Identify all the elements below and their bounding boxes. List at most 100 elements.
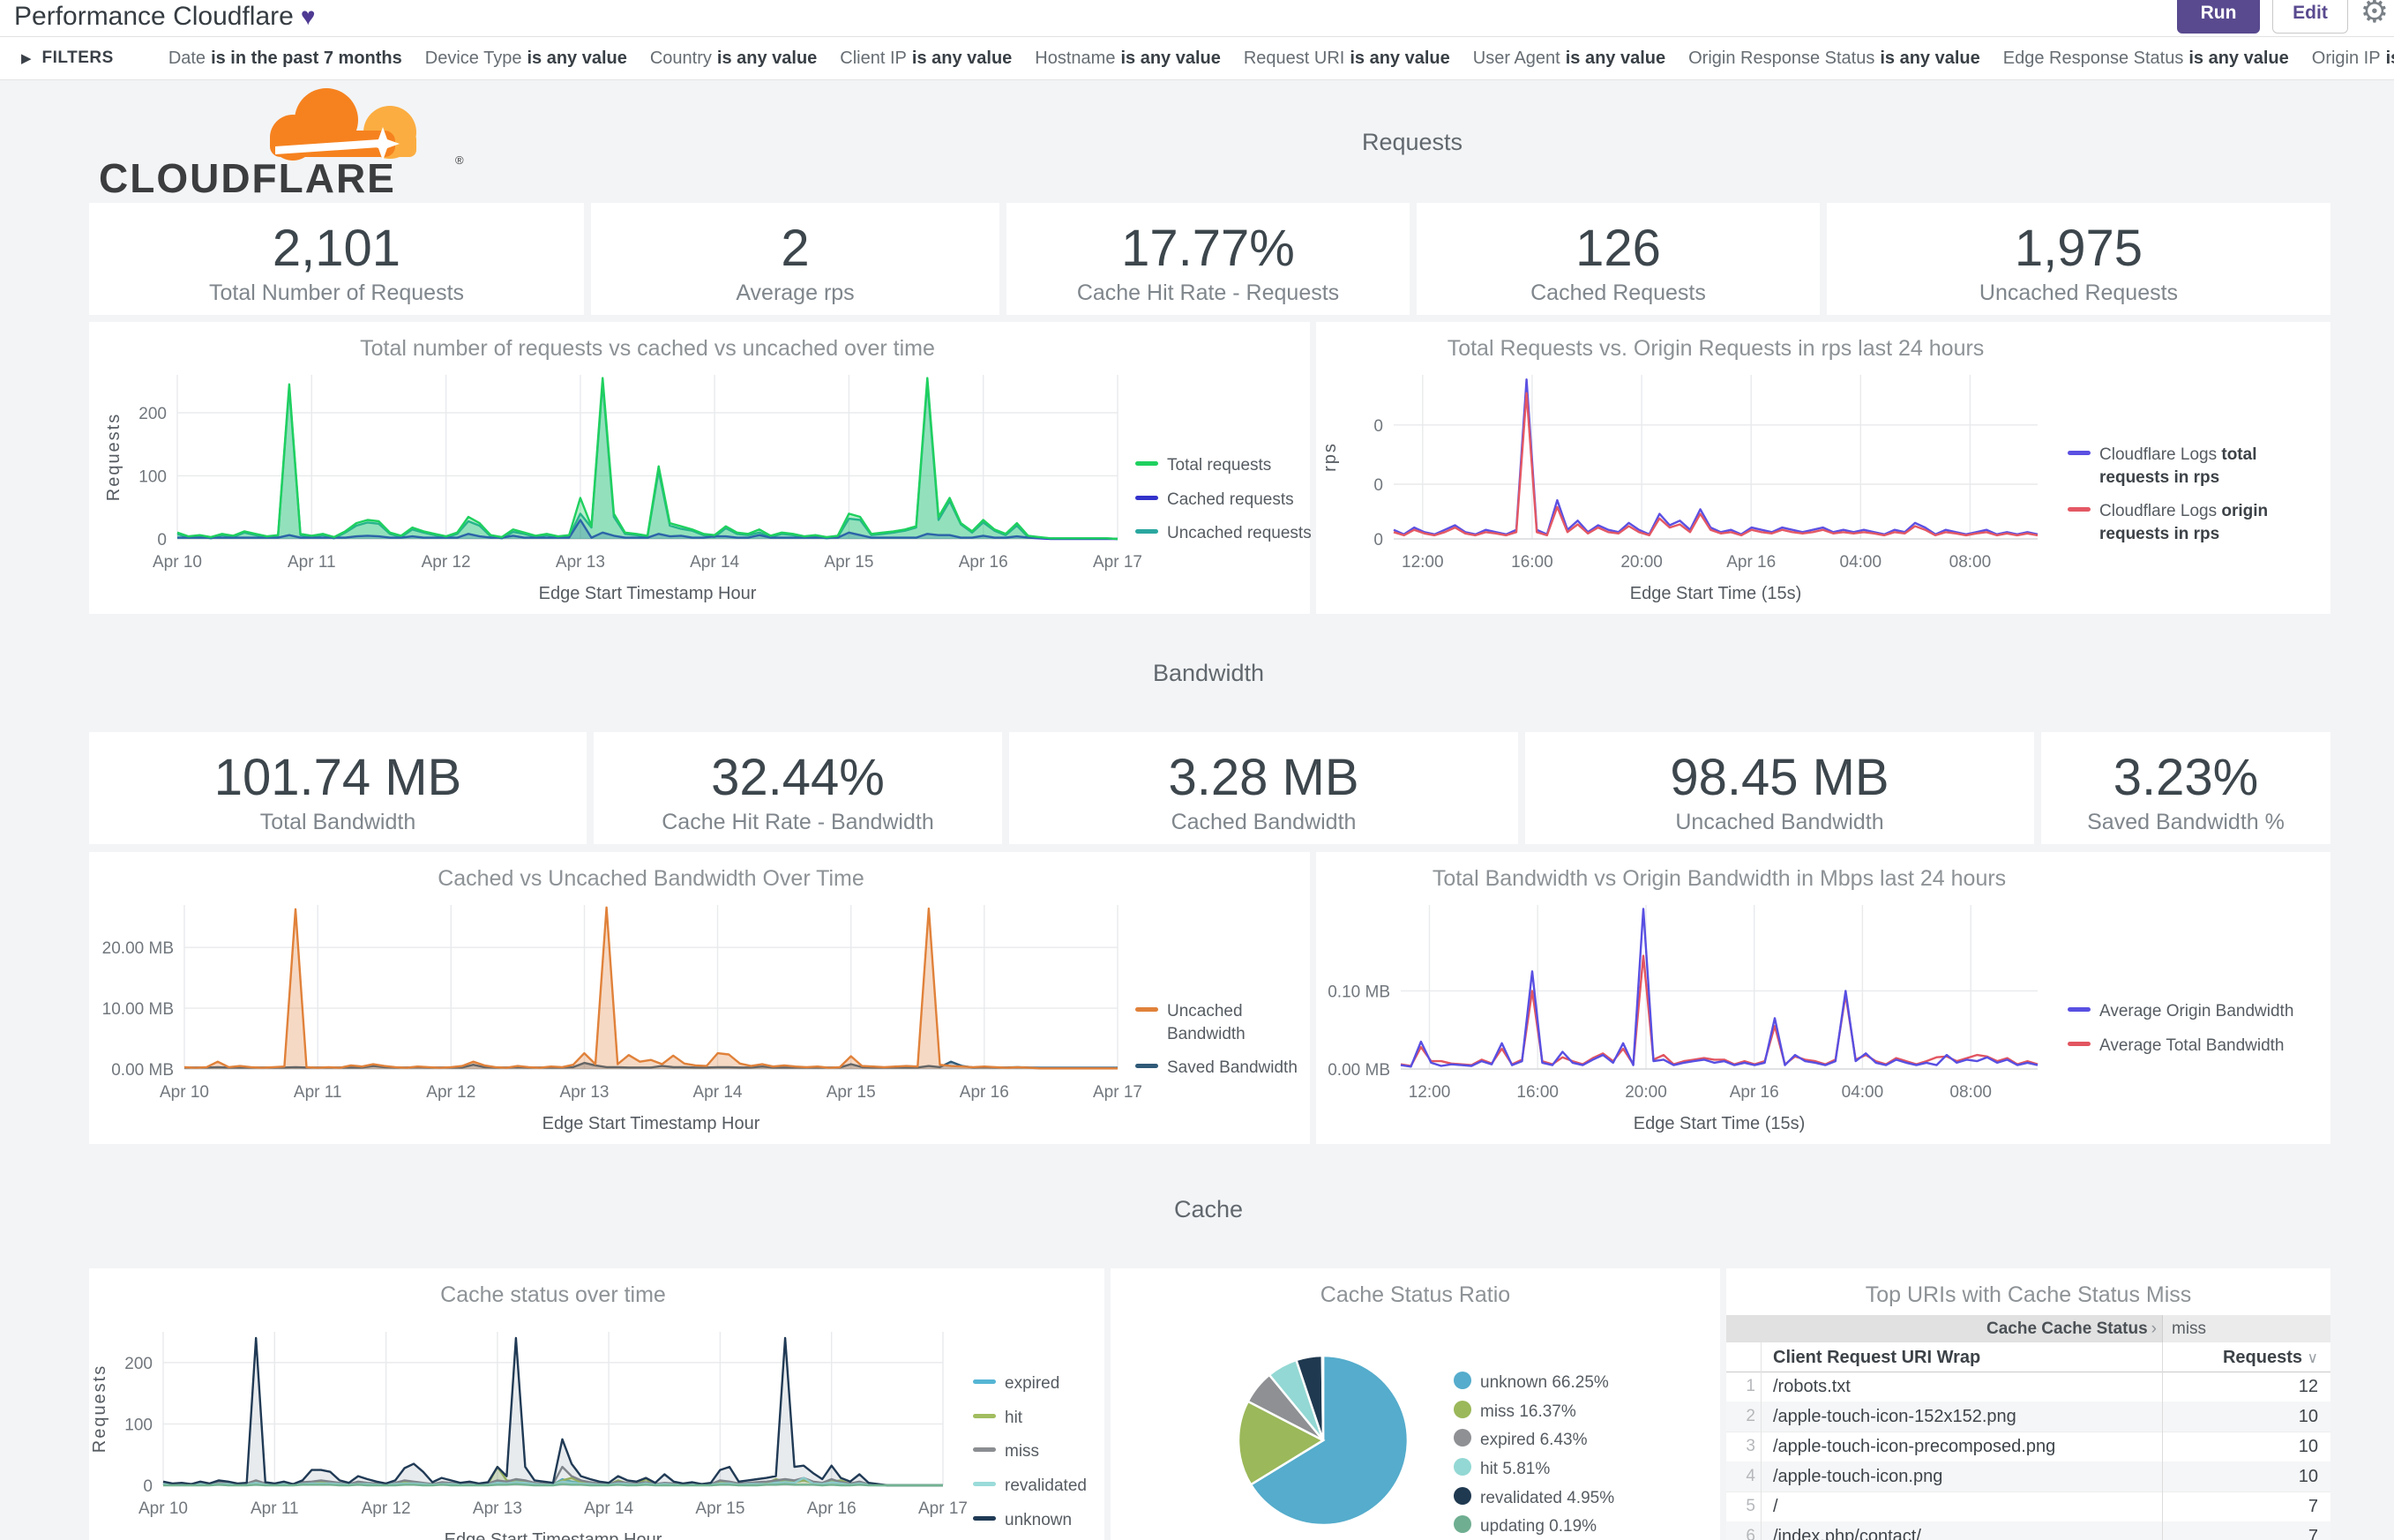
filter-date[interactable]: Dateis in the past 7 months <box>168 49 402 69</box>
tile-value: 2 <box>591 219 999 278</box>
legend-item[interactable]: updating 0.19% <box>1454 1515 1701 1538</box>
legend-item[interactable]: Cloudflare Logs origin requests in rps <box>2068 500 2306 545</box>
cloudflare-cloud-icon <box>270 88 416 161</box>
filter-hostname[interactable]: Hostnameis any value <box>1035 49 1221 69</box>
svg-text:Edge Start Timestamp Hour: Edge Start Timestamp Hour <box>542 1114 760 1133</box>
tile-label: Uncached Requests <box>1827 280 2330 306</box>
tile-label: Cache Hit Rate - Requests <box>1006 280 1410 306</box>
gear-icon[interactable]: ⚙ <box>2360 0 2389 30</box>
chart-legend: expiredhitmissrevalidatedunknownupdating <box>973 1372 1105 1540</box>
chart-title: Total Requests vs. Origin Requests in rp… <box>1394 336 2038 362</box>
svg-text:Apr 14: Apr 14 <box>690 553 739 572</box>
legend-item[interactable]: expired 6.43% <box>1454 1429 1701 1452</box>
chart-title: Total Bandwidth vs Origin Bandwidth in M… <box>1401 866 2038 892</box>
filter-request-uri[interactable]: Request URIis any value <box>1244 49 1450 69</box>
svg-text:0: 0 <box>1373 531 1383 549</box>
filter-origin-response-status[interactable]: Origin Response Statusis any value <box>1688 49 1980 69</box>
table-row[interactable]: 1 /robots.txt 12 <box>1726 1372 2330 1402</box>
cache-status-over-time-chart[interactable]: 0100200Apr 10Apr 11Apr 12Apr 13Apr 14Apr… <box>89 1268 1104 1540</box>
legend-item[interactable]: Uncached Bandwidth <box>1135 1000 1312 1045</box>
legend-item[interactable]: unknown 66.25% <box>1454 1372 1701 1394</box>
chart-title: Total number of requests vs cached vs un… <box>177 336 1118 362</box>
table-pivot-band: Cache Cache Status› miss <box>1726 1315 2330 1342</box>
pivot-field-label[interactable]: Cache Cache Status› <box>1726 1315 2162 1342</box>
svg-text:Apr 16: Apr 16 <box>807 1499 857 1518</box>
col-header-uri[interactable]: Client Request URI Wrap <box>1762 1342 2161 1372</box>
legend-item[interactable]: unknown <box>973 1509 1105 1532</box>
svg-text:Edge Start Time (15s): Edge Start Time (15s) <box>1630 584 1802 603</box>
run-button[interactable]: Run <box>2177 0 2260 34</box>
svg-text:Apr 14: Apr 14 <box>584 1499 633 1518</box>
legend-item[interactable]: miss 16.37% <box>1454 1401 1701 1424</box>
svg-text:04:00: 04:00 <box>1842 1083 1884 1102</box>
legend-item[interactable]: Cached requests <box>1135 489 1312 512</box>
svg-text:Apr 15: Apr 15 <box>827 1083 876 1102</box>
svg-text:Edge Start Timestamp Hour: Edge Start Timestamp Hour <box>445 1530 662 1540</box>
table-row[interactable]: 6 /index.php/contact/ 7 <box>1726 1521 2330 1540</box>
legend-item[interactable]: revalidated <box>973 1475 1105 1498</box>
requests-rps-chart[interactable]: 00012:0016:0020:00Apr 1604:0008:00Edge S… <box>1316 322 2330 614</box>
legend-item[interactable]: Average Origin Bandwidth <box>2068 1000 2315 1023</box>
tile-label: Cache Hit Rate - Bandwidth <box>594 810 1002 835</box>
tile-value: 101.74 MB <box>89 748 587 807</box>
table-row[interactable]: 2 /apple-touch-icon-152x152.png 10 <box>1726 1402 2330 1432</box>
svg-text:Apr 10: Apr 10 <box>160 1083 209 1102</box>
filter-edge-response-status[interactable]: Edge Response Statusis any value <box>2003 49 2289 69</box>
table-row[interactable]: 5 / 7 <box>1726 1491 2330 1522</box>
page-title: Performance Cloudflare♥ <box>14 2 315 32</box>
chart-legend: Average Origin Bandwidth Average Total Ba… <box>2068 1000 2315 1068</box>
tile-label: Average rps <box>591 280 999 306</box>
tile-value: 126 <box>1417 219 1820 278</box>
filter-bar: ▶ FILTERS Dateis in the past 7 months De… <box>0 37 2394 80</box>
legend-item[interactable]: miss <box>973 1440 1105 1463</box>
filter-origin-ip[interactable]: Origin IPis any value <box>2312 49 2394 69</box>
legend-item[interactable]: Cloudflare Logs total requests in rps <box>2068 444 2306 489</box>
svg-text:Apr 11: Apr 11 <box>251 1499 299 1518</box>
tile-value: 17.77% <box>1006 219 1410 278</box>
svg-text:Apr 14: Apr 14 <box>693 1083 743 1102</box>
filter-country[interactable]: Countryis any value <box>650 49 817 69</box>
filter-user-agent[interactable]: User Agentis any value <box>1473 49 1665 69</box>
bandwidth-over-time-card: Cached vs Uncached Bandwidth Over Time 0… <box>89 852 1310 1144</box>
requests-over-time-chart[interactable]: 0100200Apr 10Apr 11Apr 12Apr 13Apr 14Apr… <box>89 322 1310 614</box>
legend-item[interactable]: Uncached requests <box>1135 522 1312 545</box>
svg-text:Apr 16: Apr 16 <box>1726 553 1776 572</box>
filters-label[interactable]: FILTERS <box>42 49 114 68</box>
row-number-header <box>1726 1342 1762 1372</box>
filter-client-ip[interactable]: Client IPis any value <box>840 49 1012 69</box>
tile-cache-hit-rate-bandwidth: 32.44% Cache Hit Rate - Bandwidth <box>594 732 1002 844</box>
bandwidth-mbps-chart[interactable]: 0.00 MB0.10 MB12:0016:0020:00Apr 1604:00… <box>1316 852 2330 1144</box>
svg-text:20.00 MB: 20.00 MB <box>102 939 174 958</box>
tile-uncached-bandwidth: 98.45 MB Uncached Bandwidth <box>1525 732 2034 844</box>
svg-text:Apr 13: Apr 13 <box>560 1083 610 1102</box>
edit-button[interactable]: Edit <box>2272 0 2348 34</box>
svg-text:16:00: 16:00 <box>1516 1083 1559 1102</box>
col-header-requests[interactable]: Requests ∨ <box>2162 1342 2330 1372</box>
svg-text:0: 0 <box>157 531 167 549</box>
tile-value: 2,101 <box>89 219 584 278</box>
legend-item[interactable]: expired <box>973 1372 1105 1395</box>
legend-item[interactable]: revalidated 4.95% <box>1454 1487 1701 1510</box>
svg-text:Apr 11: Apr 11 <box>294 1083 342 1102</box>
svg-text:100: 100 <box>124 1416 153 1434</box>
table-row[interactable]: 4 /apple-touch-icon.png 10 <box>1726 1462 2330 1492</box>
requests-rps-card: Total Requests vs. Origin Requests in rp… <box>1316 322 2330 614</box>
legend-item[interactable]: hit 5.81% <box>1454 1458 1701 1481</box>
svg-text:Apr 17: Apr 17 <box>918 1499 968 1518</box>
filter-device-type[interactable]: Device Typeis any value <box>425 49 627 69</box>
legend-item[interactable]: Average Total Bandwidth <box>2068 1035 2315 1058</box>
tile-total-requests: 2,101 Total Number of Requests <box>89 203 584 315</box>
bandwidth-over-time-chart[interactable]: 0.00 MB10.00 MB20.00 MBApr 10Apr 11Apr 1… <box>89 852 1310 1144</box>
legend-item[interactable]: hit <box>973 1407 1105 1430</box>
legend-item[interactable]: Total requests <box>1135 454 1312 477</box>
tile-value: 98.45 MB <box>1525 748 2034 807</box>
chart-legend: Total requests Cached requests Uncached re… <box>1135 454 1312 557</box>
legend-item[interactable]: Saved Bandwidth <box>1135 1057 1312 1080</box>
bandwidth-section-title: Bandwidth <box>944 660 1473 687</box>
table-row[interactable]: 3 /apple-touch-icon-precomposed.png 10 <box>1726 1432 2330 1462</box>
filters-expand-icon[interactable]: ▶ <box>21 50 32 66</box>
tile-label: Total Number of Requests <box>89 280 584 306</box>
cache-status-ratio-pie[interactable]: unknown 66.25% miss 16.37% expired 6.43% hi… <box>1111 1268 1720 1540</box>
top-uris-table-card: Top URIs with Cache Status Miss Cache Ca… <box>1726 1268 2330 1540</box>
svg-text:200: 200 <box>138 405 167 423</box>
